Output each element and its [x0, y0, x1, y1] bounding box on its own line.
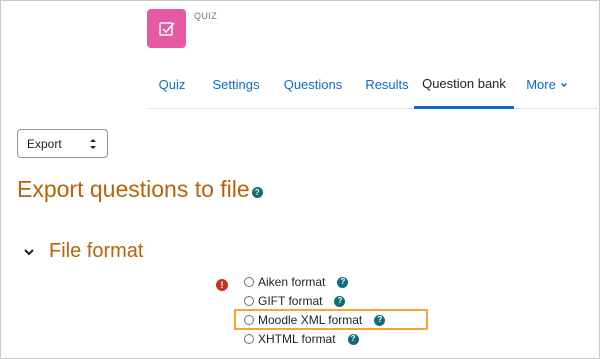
- format-label[interactable]: GIFT format: [258, 294, 322, 308]
- quiz-activity-icon: [147, 9, 186, 48]
- radio-button[interactable]: [244, 334, 254, 344]
- highlight-box: [234, 309, 428, 330]
- tab-quiz[interactable]: Quiz: [147, 61, 197, 108]
- tab-label: More: [526, 77, 556, 92]
- tab-results[interactable]: Results: [354, 61, 420, 108]
- format-label[interactable]: XHTML format: [258, 332, 336, 346]
- select-value: Export: [27, 136, 62, 151]
- tab-questions[interactable]: Questions: [272, 61, 354, 108]
- select-updown-icon: [90, 139, 96, 149]
- radio-button[interactable]: [244, 296, 254, 306]
- file-format-section-header[interactable]: File format: [23, 240, 143, 263]
- help-icon[interactable]: ?: [251, 187, 263, 198]
- section-title: File format: [49, 240, 144, 262]
- tab-label: Question bank: [422, 76, 506, 91]
- chevron-down-icon: [560, 82, 567, 87]
- chevron-down-icon[interactable]: [23, 246, 35, 258]
- tab-settings[interactable]: Settings: [200, 61, 272, 108]
- tab-more[interactable]: More: [519, 61, 575, 108]
- tab-label: Quiz: [158, 77, 186, 92]
- help-icon[interactable]: ?: [334, 295, 346, 307]
- page-title-text: Export questions to file: [17, 176, 250, 202]
- format-option-aiken[interactable]: Aiken format ?: [244, 274, 349, 290]
- format-option-xhtml[interactable]: XHTML format ?: [244, 331, 359, 347]
- required-icon: !: [216, 279, 228, 291]
- page-title: Export questions to file ?: [17, 176, 263, 203]
- help-icon[interactable]: ?: [337, 276, 349, 288]
- secondary-navigation: Quiz Settings Questions Results Question…: [147, 61, 600, 109]
- activity-type-label: QUIZ: [194, 11, 218, 21]
- tab-label: Results: [365, 77, 409, 92]
- checkbox-icon: [158, 21, 175, 36]
- help-icon[interactable]: ?: [347, 333, 359, 345]
- tab-label: Settings: [212, 77, 260, 92]
- format-option-gift[interactable]: GIFT format ?: [244, 293, 346, 309]
- question-bank-action-select[interactable]: Export: [17, 129, 108, 158]
- tab-question-bank[interactable]: Question bank: [414, 61, 514, 109]
- format-label[interactable]: Aiken format: [258, 275, 325, 289]
- radio-button[interactable]: [244, 277, 254, 287]
- tab-label: Questions: [283, 77, 343, 92]
